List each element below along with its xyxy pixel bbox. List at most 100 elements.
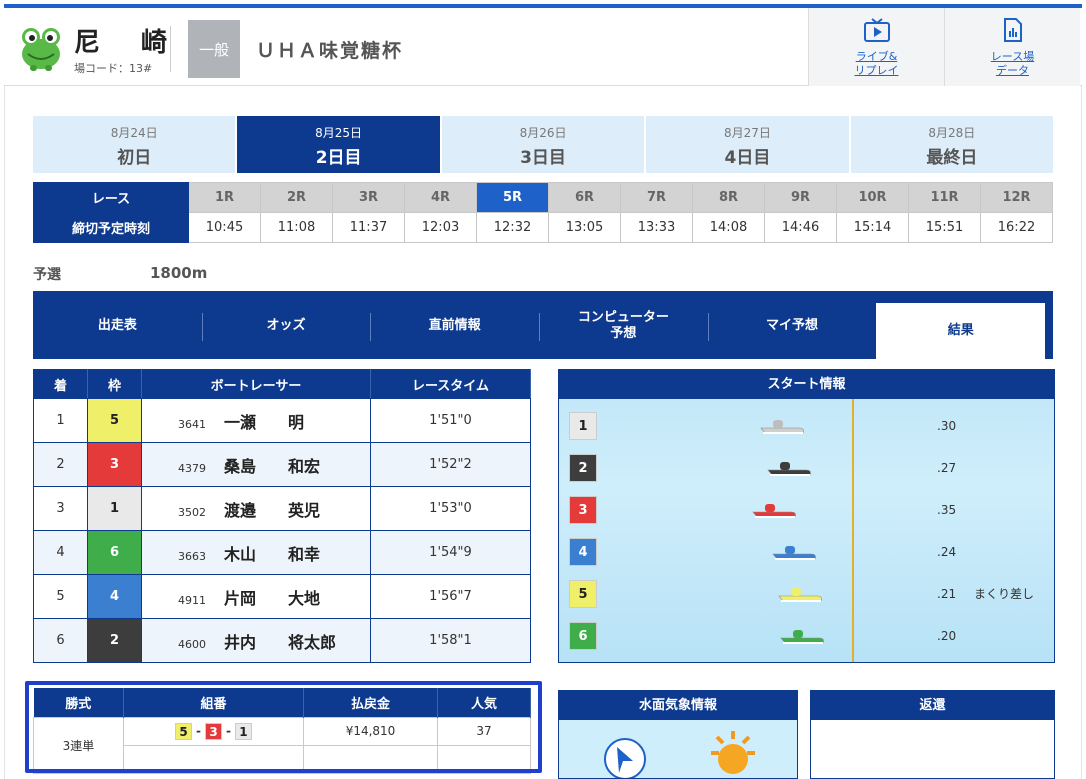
start-timing: .27 — [937, 461, 957, 475]
race-time: 1'54"9 — [370, 530, 531, 575]
race-number-tab[interactable]: 12R — [980, 182, 1053, 213]
racer-reg-number: 4600 — [178, 637, 206, 651]
racer-cell: 4600 井内 将太郎 — [141, 618, 371, 663]
race-number-tab[interactable]: 7R — [620, 182, 693, 213]
result-header: ボートレーサー — [141, 369, 371, 399]
day-tab[interactable]: 8月27日 4日目 — [646, 116, 849, 173]
race-number-tab[interactable]: 10R — [836, 182, 909, 213]
race-schedule-table: レース 1R 2R 3R 4R 5R 6R 7R 8R 9R 10R 11R 12R 締切予定時刻 1… — [33, 182, 1053, 243]
day-name: 最終日 — [926, 148, 978, 168]
race-deadline-time: 14:08 — [692, 212, 765, 243]
racer-name-link[interactable]: 渡邉 英児 — [224, 501, 320, 520]
start-row: 3.35 — [569, 496, 1049, 526]
waku-number: 1 — [87, 486, 142, 531]
start-timing: .24 — [937, 545, 957, 559]
info-tab[interactable]: オッズ — [201, 303, 371, 349]
start-timing: .21 — [937, 587, 957, 601]
result-row: 3 1 3502 渡邉 英児 1'53"0 — [33, 486, 531, 531]
race-number-tab[interactable]: 4R — [404, 182, 477, 213]
live-replay-button[interactable]: ライブ& リプレイ — [808, 8, 944, 86]
race-deadline-time: 12:03 — [404, 212, 477, 243]
finish-rank: 4 — [33, 530, 88, 575]
day-selector: 8月24日 初日 8月25日 2日目 8月26日 3日目 8月27日 4日目 8月28日 最終日 — [33, 116, 1054, 173]
racer-cell: 4911 片岡 大地 — [141, 574, 371, 619]
racer-cell: 3502 渡邉 英児 — [141, 486, 371, 531]
venue-code: 場コード：13# — [74, 62, 153, 75]
race-number-tab[interactable]: 2R — [260, 182, 333, 213]
content-border-right — [1081, 86, 1082, 779]
info-tab[interactable]: マイ予想 — [707, 303, 877, 349]
race-time: 1'52"2 — [370, 442, 531, 487]
start-info-panel: スタート情報 1.30 2.27 3.35 4.24 5.21 まくり差し 6.20 — [558, 369, 1055, 663]
day-tab[interactable]: 8月25日 2日目 — [237, 116, 440, 173]
info-tab[interactable]: 直前情報 — [370, 303, 539, 349]
race-distance: 1800m — [150, 264, 208, 282]
race-number-tab[interactable]: 6R — [548, 182, 621, 213]
live-label-line1: ライブ& — [855, 50, 898, 63]
race-deadline-time: 16:22 — [980, 212, 1053, 243]
race-deadline-time: 15:14 — [836, 212, 909, 243]
result-row: 2 3 4379 桑島 和宏 1'52"2 — [33, 442, 531, 487]
day-name: 3日目 — [520, 148, 566, 168]
start-row: 4.24 — [569, 538, 1049, 568]
race-deadline-time: 13:05 — [548, 212, 621, 243]
result-header: レースタイム — [370, 369, 531, 399]
race-number-tab[interactable]: 5R — [476, 182, 549, 213]
race-number-tab[interactable]: 3R — [332, 182, 405, 213]
result-row: 1 5 3641 一瀬 明 1'51"0 — [33, 398, 531, 443]
race-number-tab[interactable]: 1R — [188, 182, 261, 213]
day-date: 8月28日 — [928, 126, 976, 140]
weather-panel: 水面気象情報 — [558, 690, 798, 779]
venue-name: 尼 崎 — [74, 28, 184, 58]
start-timing: .35 — [937, 503, 957, 517]
page-header: 尼 崎 場コード：13# 一般 ＵＨＡ味覚糖杯 ライブ& リプレイ レース場 デ… — [4, 8, 1082, 86]
boat-icon — [752, 504, 796, 518]
start-waku: 6 — [569, 622, 597, 650]
racer-name-link[interactable]: 一瀬 明 — [224, 413, 304, 432]
waku-number: 4 — [87, 574, 142, 619]
result-row: 6 2 4600 井内 将太郎 1'58"1 — [33, 618, 531, 663]
day-date: 8月24日 — [110, 126, 158, 140]
racer-reg-number: 4911 — [178, 593, 206, 607]
racer-name-link[interactable]: 木山 和幸 — [224, 545, 320, 564]
racer-name-link[interactable]: 桑島 和宏 — [224, 457, 320, 476]
race-info-tabs: 出走表 オッズ 直前情報 コンピューター 予想 マイ予想 結果 — [33, 291, 1053, 359]
racer-name-link[interactable]: 井内 将太郎 — [224, 633, 336, 652]
venue-data-button[interactable]: レース場 データ — [944, 8, 1080, 86]
racer-name-link[interactable]: 片岡 大地 — [224, 589, 320, 608]
start-waku: 1 — [569, 412, 597, 440]
info-tab[interactable]: 結果 — [876, 303, 1046, 359]
race-number-tab[interactable]: 9R — [764, 182, 837, 213]
race-deadline-time: 11:37 — [332, 212, 405, 243]
day-tab[interactable]: 8月26日 3日目 — [441, 116, 645, 173]
info-tab[interactable]: コンピューター 予想 — [539, 303, 708, 349]
finish-rank: 3 — [33, 486, 88, 531]
info-tab[interactable]: 出走表 — [33, 303, 202, 349]
race-title: ＵＨＡ味覚糖杯 — [256, 40, 404, 62]
start-row: 5 .21 まくり差し — [569, 580, 1049, 610]
start-info-title: スタート情報 — [559, 370, 1054, 399]
sunny-icon — [711, 731, 755, 774]
day-tab[interactable]: 8月24日 初日 — [33, 116, 236, 173]
payout-highlight-box — [25, 681, 542, 773]
race-number-tab[interactable]: 8R — [692, 182, 765, 213]
kimarite: まくり差し — [974, 587, 1035, 601]
start-waku: 5 — [569, 580, 597, 608]
race-deadline-time: 13:33 — [620, 212, 693, 243]
day-date: 8月26日 — [519, 126, 567, 140]
frog-mascot-icon — [22, 28, 60, 71]
start-waku: 4 — [569, 538, 597, 566]
tv-play-icon — [863, 18, 890, 42]
racer-cell: 3641 一瀬 明 — [141, 398, 371, 443]
day-tab[interactable]: 8月28日最終日 — [850, 116, 1054, 173]
start-waku: 3 — [569, 496, 597, 524]
race-number-tab[interactable]: 11R — [908, 182, 981, 213]
boat-icon — [760, 420, 804, 434]
race-deadline-time: 12:32 — [476, 212, 549, 243]
day-name: 2日目 — [315, 148, 362, 168]
content-border-left — [4, 86, 5, 779]
race-deadline-time: 14:46 — [764, 212, 837, 243]
boat-icon — [767, 462, 811, 476]
result-row: 4 6 3663 木山 和幸 1'54"9 — [33, 530, 531, 575]
data-label-line1: レース場 — [990, 50, 1035, 63]
